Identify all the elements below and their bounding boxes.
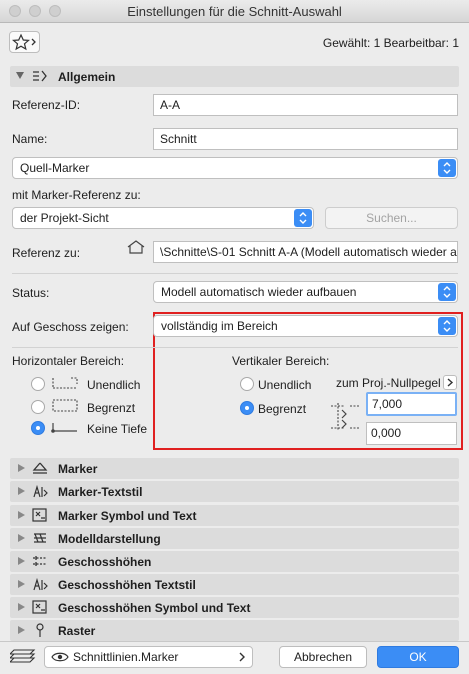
separator: [12, 273, 458, 274]
symbol-text-icon: [32, 508, 47, 522]
section-general-label: Allgemein: [58, 70, 116, 84]
section-story-levels-header[interactable]: Geschosshöhen: [10, 551, 459, 572]
symbol-text-icon: [32, 600, 47, 614]
zero-level-button[interactable]: [443, 375, 457, 390]
disclosure-closed-icon[interactable]: [18, 626, 25, 634]
section-settings-icon: [33, 70, 47, 82]
disclosure-closed-icon[interactable]: [18, 511, 25, 519]
vertical-option-label: Begrenzt: [258, 402, 307, 416]
zero-level-label: zum Proj.-Nullpegel: [336, 376, 441, 390]
ref-id-field[interactable]: A-A: [153, 94, 458, 116]
separator: [12, 347, 458, 348]
disclosure-closed-icon[interactable]: [18, 603, 25, 611]
ref-to-field[interactable]: \Schnitte\S-01 Schnitt A-A (Modell autom…: [153, 241, 458, 263]
section-story-textstyle-header[interactable]: Geschosshöhen Textstil: [10, 574, 459, 595]
grid-icon: [36, 623, 44, 637]
show-on-story-popup[interactable]: vollständig im Bereich: [153, 315, 458, 337]
section-model-display-header[interactable]: Modelldarstellung: [10, 528, 459, 549]
horizontal-option-label: Begrenzt: [87, 401, 136, 415]
top-limit-field[interactable]: 7,000: [366, 392, 457, 416]
name-label: Name:: [12, 132, 48, 146]
disclosure-closed-icon[interactable]: [18, 557, 25, 565]
popup-arrows-icon: [438, 283, 456, 301]
text-style-icon: [33, 484, 48, 498]
model-display-icon: [34, 533, 46, 543]
radio-vertical-unlimited[interactable]: [240, 377, 254, 391]
name-field[interactable]: Schnitt: [153, 128, 458, 150]
chevron-right-icon: [239, 652, 245, 662]
marker-ref-value: der Projekt-Sicht: [20, 211, 109, 225]
section-story-symbol-header[interactable]: Geschosshöhen Symbol und Text: [10, 597, 459, 618]
marker-icon: [32, 462, 48, 474]
search-button[interactable]: Suchen...: [325, 207, 458, 229]
section-label: Geschosshöhen Textstil: [58, 578, 196, 592]
limited-range-icon: [52, 399, 78, 412]
source-marker-popup[interactable]: Quell-Marker: [12, 157, 458, 179]
section-marker-symbol-header[interactable]: Marker Symbol und Text: [10, 505, 459, 526]
vertical-range-icon: [331, 403, 360, 431]
vertical-range-label: Vertikaler Bereich:: [232, 354, 330, 368]
section-label: Marker: [58, 462, 98, 476]
disclosure-open-icon[interactable]: [16, 72, 24, 79]
status-value: Modell automatisch wieder aufbauen: [161, 285, 357, 299]
text-style-icon: [33, 577, 48, 591]
horizontal-range-label: Horizontaler Bereich:: [12, 354, 125, 368]
section-marker-header[interactable]: Marker: [10, 458, 459, 479]
layers-icon: [10, 649, 36, 663]
source-marker-value: Quell-Marker: [20, 161, 90, 175]
selection-info: Gewählt: 1 Bearbeitbar: 1: [322, 36, 459, 50]
popup-arrows-icon: [294, 209, 312, 227]
chevron-right-icon: [447, 378, 454, 387]
marker-ref-popup[interactable]: der Projekt-Sicht: [12, 207, 314, 229]
vertical-option-label: Unendlich: [258, 378, 312, 392]
cancel-button[interactable]: Abbrechen: [279, 646, 367, 668]
radio-horizontal-limited[interactable]: [31, 400, 45, 414]
unlimited-range-icon: [52, 377, 78, 389]
radio-horizontal-no-depth[interactable]: [31, 421, 45, 435]
section-label: Marker Symbol und Text: [58, 509, 197, 523]
status-popup[interactable]: Modell automatisch wieder aufbauen: [153, 281, 458, 303]
show-on-story-label: Auf Geschoss zeigen:: [12, 320, 129, 334]
status-label: Status:: [12, 286, 50, 300]
section-grid-header[interactable]: Raster: [10, 620, 459, 641]
section-label: Raster: [58, 624, 96, 638]
disclosure-closed-icon[interactable]: [18, 464, 25, 472]
section-label: Geschosshöhen Symbol und Text: [58, 601, 251, 615]
favorites-button[interactable]: [9, 31, 40, 53]
ok-button[interactable]: OK: [377, 646, 459, 668]
layer-value: Schnittlinien.Marker: [73, 650, 179, 664]
bottom-limit-field[interactable]: 0,000: [366, 422, 457, 445]
show-on-story-value: vollständig im Bereich: [161, 319, 278, 333]
window-title: Einstellungen für die Schnitt-Auswahl: [127, 4, 342, 19]
radio-horizontal-unlimited[interactable]: [31, 377, 45, 391]
eye-icon: [51, 652, 69, 662]
popup-arrows-icon: [438, 317, 456, 335]
star-icon: [12, 33, 36, 51]
footer-separator: [0, 641, 469, 642]
no-depth-icon: [51, 423, 77, 433]
disclosure-closed-icon[interactable]: [18, 580, 25, 588]
radio-vertical-limited[interactable]: [240, 401, 254, 415]
ref-to-label: Referenz zu:: [12, 246, 81, 260]
layer-popup[interactable]: Schnittlinien.Marker: [44, 646, 253, 668]
horizontal-option-label: Unendlich: [87, 378, 141, 392]
view-reference-icon: [127, 240, 145, 254]
section-label: Geschosshöhen: [58, 555, 152, 569]
marker-ref-label: mit Marker-Referenz zu:: [12, 188, 141, 202]
section-label: Modelldarstellung: [58, 532, 161, 546]
disclosure-closed-icon[interactable]: [18, 534, 25, 542]
section-label: Marker-Textstil: [58, 485, 143, 499]
disclosure-closed-icon[interactable]: [18, 487, 25, 495]
ref-id-label: Referenz-ID:: [12, 98, 81, 112]
popup-arrows-icon: [438, 159, 456, 177]
section-marker-textstyle-header[interactable]: Marker-Textstil: [10, 481, 459, 502]
horizontal-option-label: Keine Tiefe: [87, 422, 148, 436]
story-levels-icon: [33, 556, 47, 566]
section-general-header[interactable]: Allgemein: [10, 66, 459, 87]
